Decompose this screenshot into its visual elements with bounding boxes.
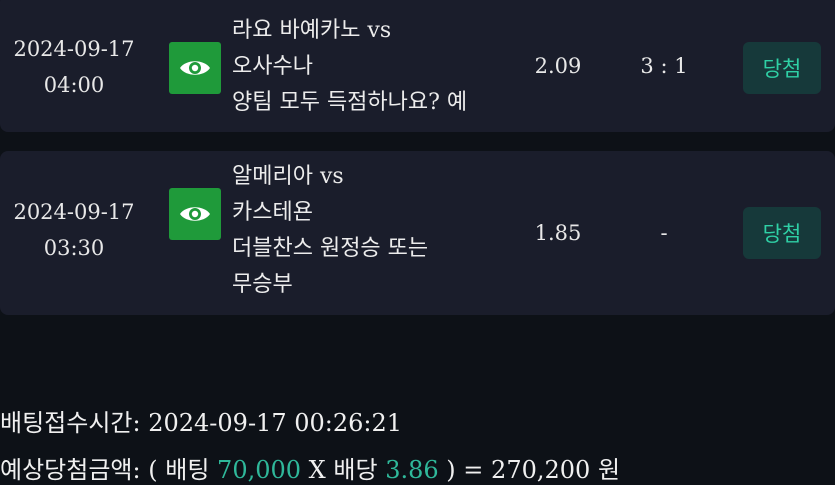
- bet-odds: 1.85: [534, 221, 582, 245]
- eye-icon: [180, 207, 210, 221]
- match-teams-home: 알메리아 vs: [232, 164, 344, 189]
- match-pick: 더블찬스 원정승 또는: [232, 236, 429, 261]
- match-teams-away: 오사수나: [232, 54, 313, 79]
- match-pick-continued: 무승부: [232, 272, 293, 297]
- bet-datetime: 2024-09-17 03:30: [0, 194, 148, 266]
- result-badge: 당첨: [743, 42, 821, 94]
- bet-datetime: 2024-09-17 04:00: [0, 31, 148, 103]
- eye-icon: [180, 61, 210, 75]
- bet-time-label: 배팅접수시간:: [0, 409, 141, 437]
- view-details-button[interactable]: [169, 42, 221, 94]
- view-details-button[interactable]: [169, 188, 221, 240]
- match-score: 3 : 1: [640, 54, 688, 78]
- match-info: 알메리아 vs 카스테욘 더블찬스 원정승 또는 무승부: [232, 159, 512, 303]
- match-pick: 양팀 모두 득점하나요? 예: [232, 90, 468, 115]
- match-info: 라요 바예카노 vs 오사수나 양팀 모두 득점하나요? 예: [232, 13, 512, 121]
- match-teams-away: 카스테욘: [232, 200, 313, 225]
- bet-odds: 2.09: [534, 54, 582, 78]
- bet-time: 04:00: [43, 73, 105, 97]
- match-teams-home: 라요 바예카노 vs: [232, 18, 392, 43]
- bet-date: 2024-09-17: [13, 200, 135, 224]
- bet-time-summary: 배팅접수시간: 2024-09-17 00:26:21: [0, 403, 835, 438]
- match-score: -: [660, 221, 668, 245]
- bet-time-value: 2024-09-17 00:26:21: [148, 409, 403, 437]
- bet-card: 2024-09-17 03:30 알메리아 vs 카스테욘 더블찬스 원정승 또…: [0, 151, 835, 315]
- bet-time: 03:30: [43, 236, 105, 260]
- bet-date: 2024-09-17: [13, 37, 135, 61]
- bet-card: 2024-09-17 04:00 라요 바예카노 vs 오사수나 양팀 모두 득…: [0, 0, 835, 132]
- result-badge: 당첨: [743, 207, 821, 259]
